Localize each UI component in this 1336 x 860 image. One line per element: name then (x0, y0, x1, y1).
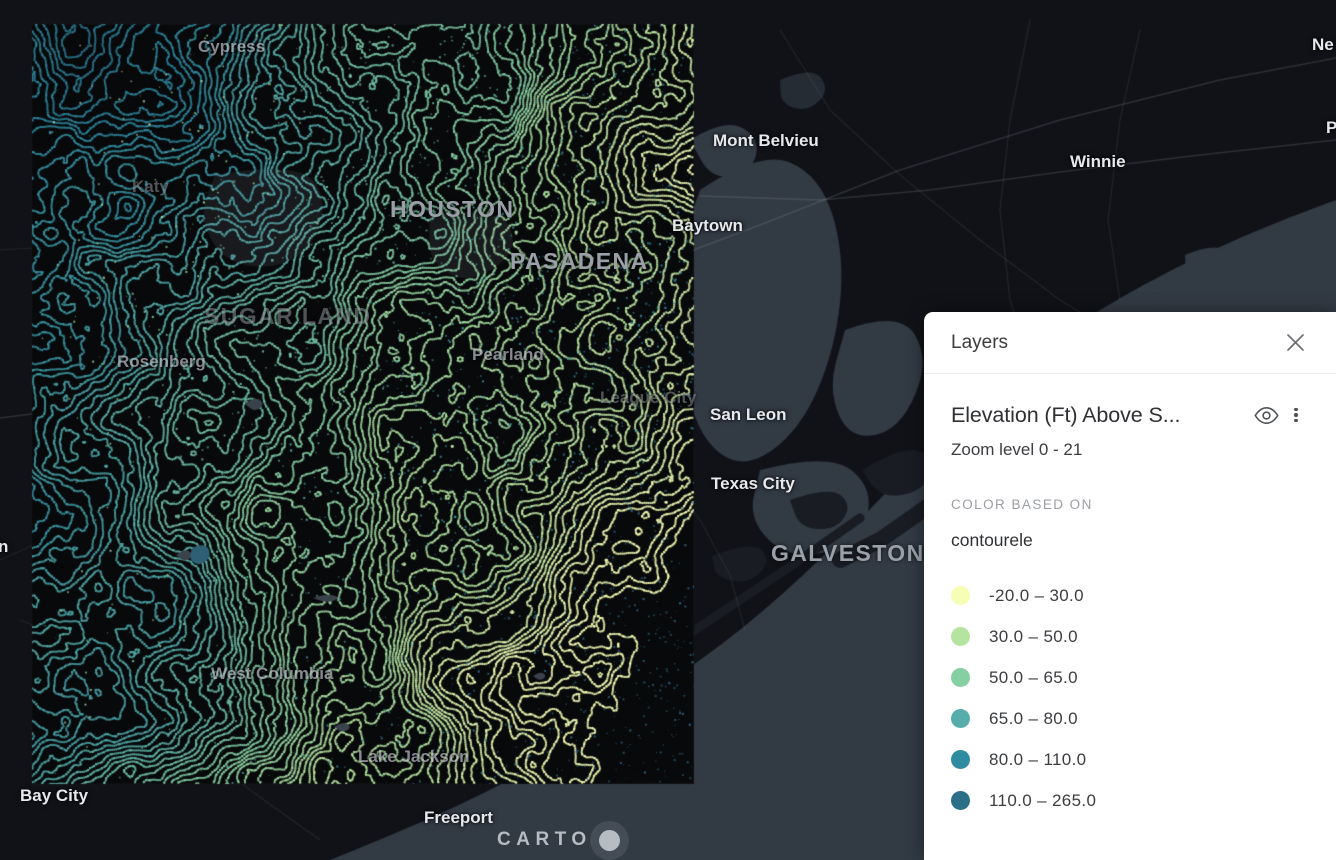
eye-icon[interactable] (1249, 400, 1283, 430)
carto-attribution[interactable]: CARTO (497, 829, 620, 851)
close-icon[interactable] (1280, 328, 1310, 358)
layers-panel-header: Layers (924, 312, 1336, 374)
color-field-name: contourele (951, 530, 1033, 550)
legend-label: 65.0 – 80.0 (989, 708, 1078, 728)
layer-item[interactable]: Elevation (Ft) Above S... (951, 400, 1309, 430)
legend-item[interactable]: 30.0 – 50.0 (951, 616, 1309, 657)
map-application: Cypress Mont Belvieu Winnie Ne P Katy HOUSTON B… (0, 0, 1336, 860)
color-based-on-label: COLOR BASED ON (951, 497, 1093, 512)
legend-swatch (951, 586, 970, 605)
zoom-level-text: Zoom level 0 - 21 (951, 440, 1083, 459)
carto-wordmark: CARTO (497, 829, 592, 850)
legend-swatch (951, 668, 970, 687)
legend-item[interactable]: 80.0 – 110.0 (951, 739, 1309, 780)
legend-label: 30.0 – 50.0 (989, 626, 1078, 646)
layers-panel-body: Elevation (Ft) Above S... Zoom level 0 -… (924, 374, 1336, 860)
panel-title: Layers (951, 331, 1009, 353)
legend-swatch (951, 791, 970, 810)
legend-item[interactable]: 50.0 – 65.0 (951, 657, 1309, 698)
legend-item[interactable]: 65.0 – 80.0 (951, 698, 1309, 739)
legend-item[interactable]: -20.0 – 30.0 (951, 575, 1309, 616)
kebab-menu-icon[interactable] (1283, 400, 1309, 430)
legend: -20.0 – 30.0 30.0 – 50.0 50.0 – 65.0 65.0 –… (951, 575, 1309, 821)
legend-label: 80.0 – 110.0 (989, 749, 1087, 769)
legend-label: 110.0 – 265.0 (989, 790, 1097, 810)
legend-item[interactable]: 110.0 – 265.0 (951, 780, 1309, 821)
legend-swatch (951, 709, 970, 728)
legend-swatch (951, 750, 970, 769)
layer-name: Elevation (Ft) Above S... (951, 402, 1181, 427)
legend-label: 50.0 – 65.0 (989, 667, 1078, 687)
legend-swatch (951, 627, 970, 646)
layers-panel: Layers Elevation (Ft) Above S... Zoom le… (924, 312, 1336, 860)
legend-label: -20.0 – 30.0 (989, 585, 1084, 605)
carto-dot-icon (598, 829, 620, 851)
